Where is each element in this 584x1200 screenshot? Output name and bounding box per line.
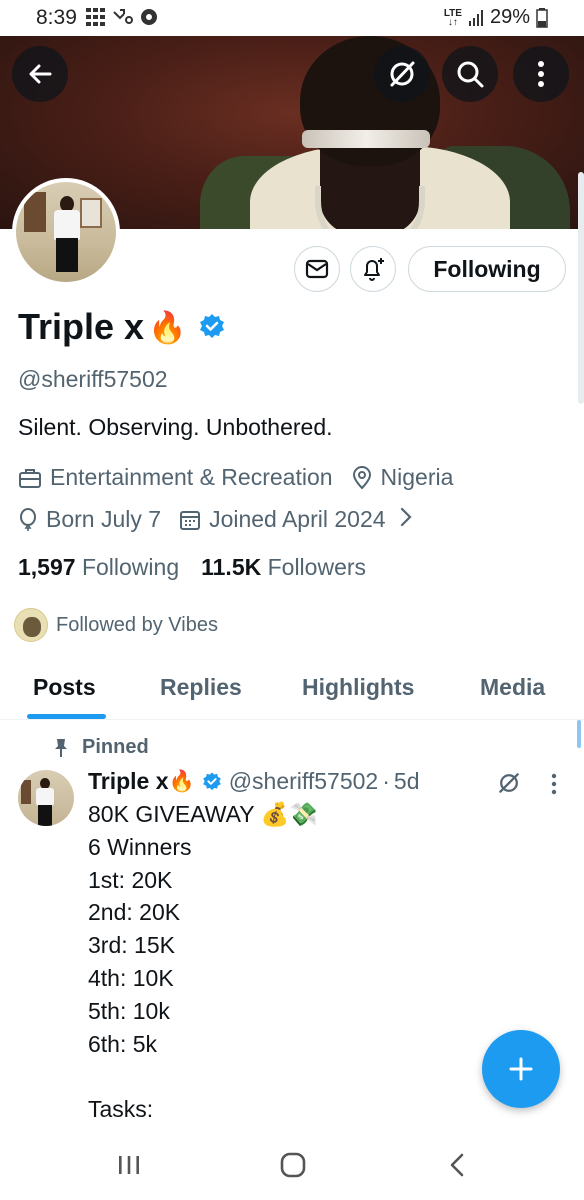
lte-icon: LTE ↓↑ — [443, 7, 462, 28]
post-time-separator: · — [382, 768, 390, 794]
post-author-name[interactable]: Triple x — [88, 768, 169, 795]
post-line: 6 Winners — [88, 833, 192, 860]
pin-icon — [55, 738, 67, 757]
notification-icons — [86, 8, 158, 26]
recent-apps-icon[interactable] — [117, 1154, 141, 1176]
verified-badge-icon — [202, 771, 221, 790]
battery-icon — [536, 7, 548, 28]
status-right: LTE ↓↑ 29% — [444, 6, 548, 29]
location-pin-icon — [352, 465, 371, 489]
post-line — [88, 1060, 318, 1093]
post-line: 3rd: 15K — [88, 932, 175, 959]
following-count-link[interactable]: 1,597 Following — [18, 554, 179, 581]
grok-button[interactable] — [374, 46, 430, 102]
followed-by[interactable]: Followed by Vibes — [14, 608, 218, 642]
search-button[interactable] — [442, 46, 498, 102]
profile-meta-row-1: Entertainment & Recreation Nigeria — [18, 464, 453, 491]
following-button[interactable]: Following — [408, 246, 566, 292]
profile-tabs: Posts Replies Highlights Media — [0, 660, 584, 720]
tabs-scroll-indicator — [577, 720, 581, 748]
page-scrollbar[interactable] — [578, 172, 584, 404]
active-tab-indicator — [27, 714, 106, 719]
slashed-circle-icon — [390, 61, 415, 87]
verified-badge-icon[interactable] — [197, 312, 227, 342]
post-line: 6th: 5k — [88, 1030, 158, 1057]
follower-avatar — [14, 608, 48, 642]
profile-location: Nigeria — [380, 464, 454, 490]
battery-percent: 29% — [489, 6, 530, 28]
search-icon — [457, 61, 484, 88]
display-name: Triple x — [18, 306, 145, 347]
profile-category: Entertainment & Recreation — [50, 464, 333, 490]
chevron-right-icon[interactable] — [400, 507, 412, 527]
arrow-left-icon — [29, 64, 52, 84]
tab-posts[interactable]: Posts — [33, 674, 96, 701]
followers-count-link[interactable]: 11.5K Followers — [201, 554, 366, 581]
post-line: Tasks: — [88, 1096, 154, 1123]
follow-counts: 1,597 Following 11.5K Followers — [18, 554, 366, 581]
balloon-icon — [20, 507, 36, 531]
more-button[interactable] — [513, 46, 569, 102]
soccer-ball-icon — [141, 9, 157, 25]
back-button[interactable] — [12, 46, 68, 102]
profile-name: Triple x 🔥 — [18, 306, 227, 348]
post-line: 1st: 20K — [88, 866, 173, 893]
profile-bio: Silent. Observing. Unbothered. — [18, 414, 333, 440]
post-author-handle[interactable]: @sheriff57502 — [229, 768, 379, 795]
home-icon[interactable] — [280, 1152, 306, 1178]
post-text: 80K GIVEAWAY 💰💸 6 Winners 1st: 20K 2nd: … — [88, 798, 318, 1126]
avatar — [16, 182, 116, 282]
missed-call-icon — [113, 9, 133, 24]
message-button[interactable] — [294, 246, 340, 292]
tab-media[interactable]: Media — [480, 674, 545, 701]
post-line: 80K GIVEAWAY 💰💸 — [88, 801, 318, 827]
envelope-icon — [305, 259, 329, 279]
grid-icon — [86, 8, 105, 26]
post-line: 2nd: 20K — [88, 899, 181, 926]
profile-birthday: Born July 7 — [46, 506, 162, 532]
profile-meta-row-2[interactable]: Born July 7 Joined April 2024 — [18, 506, 412, 533]
vertical-dots-icon — [538, 61, 544, 87]
briefcase-icon — [19, 468, 41, 488]
back-nav-icon[interactable] — [449, 1153, 465, 1177]
profile-joined: Joined April 2024 — [209, 506, 386, 532]
plus-icon — [509, 1057, 533, 1081]
post-header: Triple x 🔥 @sheriff57502 · 5d — [88, 768, 420, 795]
post-more-icon[interactable] — [550, 772, 558, 796]
post-line: 5th: 10k — [88, 997, 170, 1024]
status-time: 8:39 — [36, 6, 77, 29]
post-line: 4th: 10K — [88, 964, 174, 991]
status-bar: 8:39 LTE ↓↑ 29% — [0, 0, 584, 36]
notifications-button[interactable] — [350, 246, 396, 292]
compose-button[interactable] — [482, 1030, 560, 1108]
post-author-emoji: 🔥 — [168, 769, 195, 793]
post-author-avatar[interactable] — [18, 770, 74, 826]
grok-post-icon[interactable] — [496, 770, 522, 796]
pinned-label: Pinned — [54, 736, 149, 759]
signal-icon — [468, 9, 483, 26]
bell-plus-icon — [364, 258, 384, 281]
profile-avatar[interactable] — [12, 178, 120, 286]
profile-handle: @sheriff57502 — [18, 366, 168, 392]
fire-emoji: 🔥 — [148, 309, 187, 345]
tab-highlights[interactable]: Highlights — [302, 674, 414, 701]
calendar-icon — [180, 510, 201, 530]
followed-by-text: Followed by Vibes — [56, 613, 218, 636]
tab-replies[interactable]: Replies — [160, 674, 242, 701]
system-nav-bar — [0, 1132, 584, 1200]
post-time[interactable]: 5d — [394, 768, 420, 795]
